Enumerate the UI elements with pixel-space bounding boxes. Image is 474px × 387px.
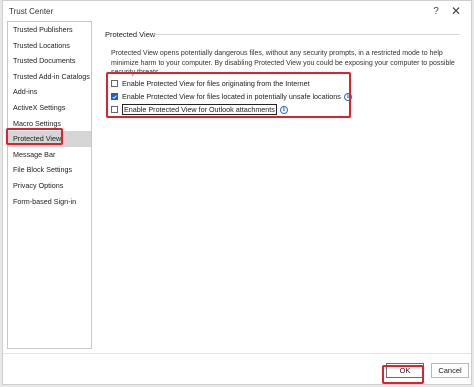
sidebar-item-form-based-sign-in[interactable]: Form-based Sign-in: [8, 194, 91, 210]
cancel-button[interactable]: Cancel: [431, 363, 469, 378]
sidebar-highlight-box: [6, 128, 63, 145]
footer-divider: [3, 353, 471, 354]
close-icon[interactable]: ✕: [449, 4, 463, 18]
help-icon[interactable]: ?: [429, 4, 443, 18]
section-divider: [153, 34, 459, 35]
sidebar-item-privacy-options[interactable]: Privacy Options: [8, 178, 91, 194]
options-highlight-box: [106, 72, 351, 118]
sidebar-item-add-ins[interactable]: Add-ins: [8, 84, 91, 100]
sidebar: Trusted Publishers Trusted Locations Tru…: [7, 21, 92, 349]
trust-center-dialog: Trust Center ? ✕ Trusted Publishers Trus…: [2, 0, 472, 385]
section-title: Protected View: [105, 30, 156, 39]
sidebar-item-trusted-locations[interactable]: Trusted Locations: [8, 38, 91, 54]
title-bar: Trust Center: [3, 1, 471, 21]
sidebar-item-message-bar[interactable]: Message Bar: [8, 147, 91, 163]
window-title: Trust Center: [9, 6, 54, 16]
sidebar-item-trusted-add-in-catalogs[interactable]: Trusted Add-in Catalogs: [8, 69, 91, 85]
ok-highlight-box: [382, 365, 424, 384]
sidebar-item-file-block-settings[interactable]: File Block Settings: [8, 162, 91, 178]
sidebar-item-activex-settings[interactable]: ActiveX Settings: [8, 100, 91, 116]
sidebar-item-trusted-publishers[interactable]: Trusted Publishers: [8, 22, 91, 38]
sidebar-item-trusted-documents[interactable]: Trusted Documents: [8, 53, 91, 69]
